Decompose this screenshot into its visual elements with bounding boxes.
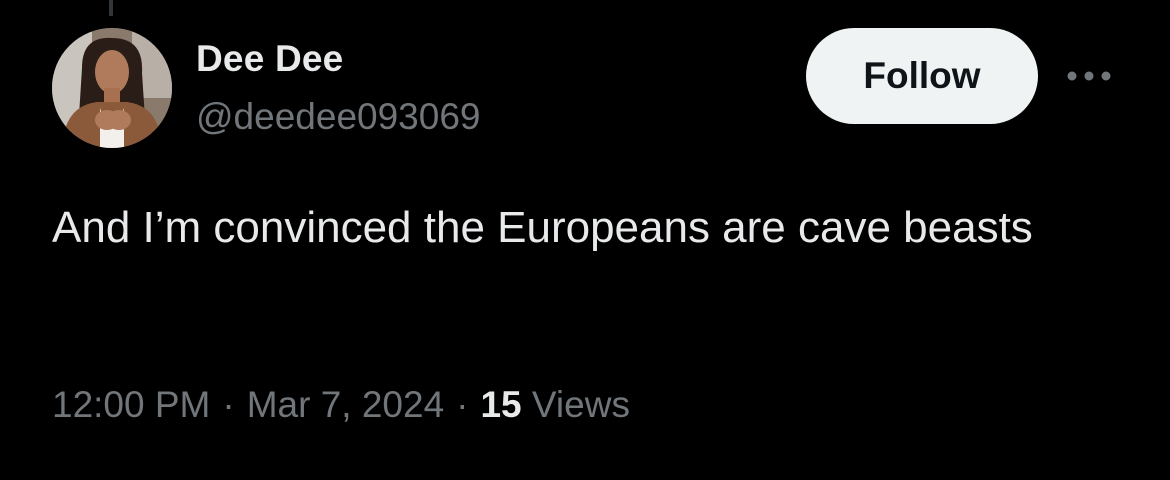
ellipsis-icon [1067,71,1111,81]
author-handle[interactable]: @deedee093069 [196,96,481,138]
tweet-metadata: 12:00 PM · Mar 7, 2024 · 15 Views [52,384,630,426]
follow-button[interactable]: Follow [806,28,1038,124]
thread-connector-line [109,0,113,16]
avatar[interactable] [52,28,172,148]
tweet-date[interactable]: Mar 7, 2024 [247,384,444,425]
avatar-photo-icon [52,28,172,148]
author-display-name[interactable]: Dee Dee [196,38,343,80]
more-options-button[interactable] [1064,58,1114,94]
views-label[interactable]: Views [532,384,630,425]
separator-dot: · [456,384,469,425]
tweet-text: And I’m convinced the Europeans are cave… [52,203,1033,252]
views-count[interactable]: 15 [480,384,521,425]
tweet-time[interactable]: 12:00 PM [52,384,210,425]
separator-dot: · [222,384,235,425]
